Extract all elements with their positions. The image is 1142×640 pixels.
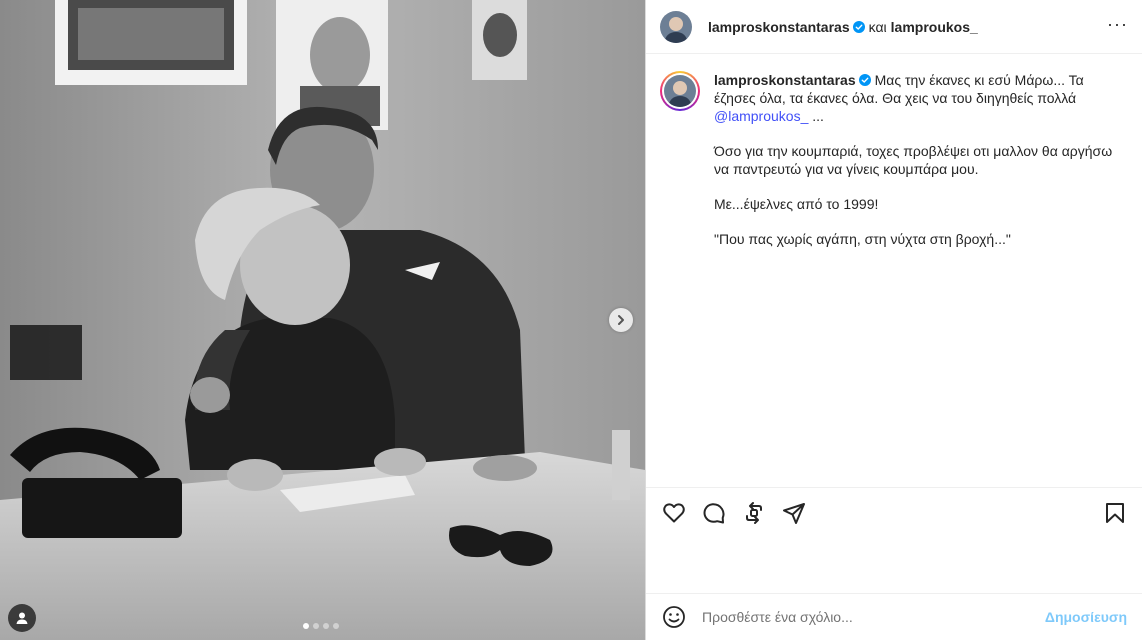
- carousel-next-button[interactable]: [609, 308, 633, 332]
- heart-icon: [663, 502, 685, 522]
- story-ring[interactable]: [660, 71, 700, 111]
- tagged-users-button[interactable]: [8, 604, 36, 632]
- repost-button[interactable]: [742, 501, 766, 525]
- user-icon: [16, 612, 28, 624]
- carousel-dot: [303, 623, 309, 629]
- verified-badge-icon: [858, 74, 871, 86]
- carousel-dot: [323, 623, 329, 629]
- post-authors: lamproskonstantaras και lamproukos_: [708, 19, 978, 35]
- verified-badge-icon: [852, 20, 865, 33]
- like-button[interactable]: [662, 501, 686, 525]
- save-button[interactable]: [1103, 501, 1127, 525]
- caption-area: lamproskonstantaras Μας την έκανες κι εσύ…: [646, 55, 1142, 487]
- comment-input[interactable]: [702, 609, 1032, 625]
- comment-bar: Δημοσίευση: [646, 593, 1142, 640]
- post-comment-button[interactable]: Δημοσίευση: [1045, 609, 1127, 625]
- emoji-icon[interactable]: [662, 605, 686, 629]
- avatar-image: [664, 75, 696, 107]
- caption-paragraph-3: Με...έψελνες από το 1999!: [714, 196, 879, 212]
- carousel-dot: [333, 623, 339, 629]
- carousel-dot: [313, 623, 319, 629]
- comment-icon: [703, 502, 725, 523]
- post-media[interactable]: [0, 0, 645, 640]
- avatar-image: [660, 10, 692, 43]
- post-header: lamproskonstantaras και lamproukos_ ···: [646, 0, 1142, 54]
- caption-paragraph-4: "Που πας χωρίς αγάπη, στη νύχτα στη βροχ…: [714, 231, 1011, 247]
- caption-row: lamproskonstantaras Μας την έκανες κι εσύ…: [660, 71, 1129, 265]
- caption-text: lamproskonstantaras Μας την έκανες κι εσύ…: [714, 71, 1114, 265]
- more-options-button[interactable]: ···: [1107, 15, 1128, 39]
- post-actions: [646, 487, 1142, 537]
- chevron-right-icon: [618, 315, 624, 325]
- comment-button[interactable]: [702, 501, 726, 525]
- coauthor-username[interactable]: lamproukos_: [891, 19, 978, 35]
- caption-avatar: [664, 75, 696, 107]
- mention-link[interactable]: @lamproukos_: [714, 108, 808, 124]
- caption-ellipsis: ...: [808, 108, 824, 124]
- carousel-indicator: [303, 623, 339, 629]
- post-photo: [0, 0, 645, 640]
- author-username[interactable]: lamproskonstantaras: [708, 19, 850, 35]
- caption-paragraph-2: Όσο για την κουμπαριά, τοχες προβλέψει ο…: [714, 143, 1113, 177]
- repost-icon: [746, 501, 762, 524]
- and-conjunction: και: [868, 18, 887, 35]
- author-avatar[interactable]: [660, 10, 692, 43]
- post-side-panel: lamproskonstantaras και lamproukos_ ···: [645, 0, 1142, 640]
- caption-username[interactable]: lamproskonstantaras: [714, 72, 856, 88]
- share-icon: [783, 502, 805, 524]
- share-button[interactable]: [782, 501, 806, 525]
- bookmark-icon: [1106, 502, 1124, 523]
